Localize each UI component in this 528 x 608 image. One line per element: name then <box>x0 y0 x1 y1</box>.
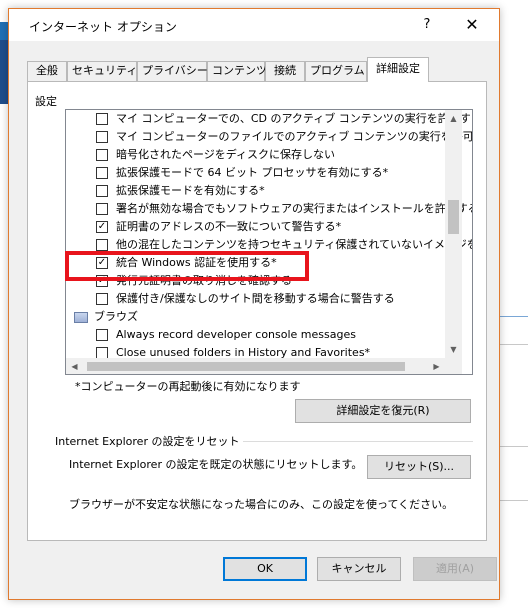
list-item-label: 暗号化されたページをディスクに保存しない <box>116 148 336 161</box>
list-item-label: 証明書のアドレスの不一致について警告する* <box>116 220 342 233</box>
checkbox-checked[interactable]: ✓ <box>96 275 108 287</box>
checkbox[interactable] <box>96 149 108 161</box>
checkbox[interactable] <box>96 329 108 341</box>
checkbox[interactable] <box>96 113 108 125</box>
checkbox-checked[interactable]: ✓ <box>96 221 108 233</box>
checkbox[interactable] <box>96 167 108 179</box>
folder-icon <box>74 312 88 323</box>
scroll-thumb[interactable] <box>87 362 405 371</box>
list-item[interactable]: 保護付き/保護なしのサイト間を移動する場合に警告する <box>66 290 444 308</box>
tab-security[interactable]: セキュリティ <box>67 61 137 81</box>
list-item-label: 発行元証明書の取り消しを確認する <box>116 274 292 287</box>
apply-button[interactable]: 適用(A) <box>413 557 497 581</box>
list-item[interactable]: 拡張保護モードを有効にする* <box>66 182 444 200</box>
tab-general[interactable]: 全般 <box>27 61 67 81</box>
list-item-label: 統合 Windows 認証を使用する* <box>116 256 277 269</box>
tab-programs[interactable]: プログラム <box>305 61 367 81</box>
list-item[interactable]: マイ コンピューターのファイルでのアクティブ コンテンツの実行を許可する* <box>66 128 472 146</box>
reset-warning-note: ブラウザーが不安定な状態になった場合にのみ、この設定を使ってください。 <box>69 498 454 511</box>
scroll-thumb[interactable] <box>448 200 459 234</box>
list-item[interactable]: ✓ 証明書のアドレスの不一致について警告する* <box>66 218 444 236</box>
restart-note: *コンピューターの再起動後に有効になります <box>75 380 301 393</box>
background-divider <box>500 344 528 345</box>
list-item[interactable]: Always record developer console messages <box>66 326 444 344</box>
list-item-label: 他の混在したコンテンツを持つセキュリティ保護されていないイメージをブ <box>116 238 473 251</box>
cancel-button[interactable]: キャンセル <box>317 557 401 581</box>
restore-advanced-settings-button[interactable]: 詳細設定を復元(R) <box>295 399 471 423</box>
background-sidebar-strip <box>0 40 8 104</box>
scroll-left-icon[interactable]: ◀ <box>66 358 83 374</box>
vertical-scrollbar[interactable]: ▲ ▼ <box>445 110 462 358</box>
group-divider <box>215 441 473 442</box>
horizontal-scrollbar[interactable]: ◀ ▶ <box>66 358 445 374</box>
list-item-label: マイ コンピューターのファイルでのアクティブ コンテンツの実行を許可する* <box>116 130 473 143</box>
list-item[interactable]: 暗号化されたページをディスクに保存しない <box>66 146 444 164</box>
internet-options-dialog: インターネット オプション ? ✕ 全般 セキュリティ プライバシー コンテンツ… <box>8 8 500 600</box>
reset-button[interactable]: リセット(S)... <box>367 455 471 479</box>
ok-button[interactable]: OK <box>223 557 307 581</box>
list-item-label: 保護付き/保護なしのサイト間を移動する場合に警告する <box>116 292 395 305</box>
background-divider <box>500 500 528 501</box>
checkbox[interactable] <box>96 203 108 215</box>
checkbox-checked[interactable]: ✓ <box>96 257 108 269</box>
scroll-up-icon[interactable]: ▲ <box>445 110 462 127</box>
reset-group-label: Internet Explorer の設定をリセット <box>55 433 244 449</box>
title-bar[interactable]: インターネット オプション ? ✕ <box>9 9 499 41</box>
tab-content[interactable]: コンテンツ <box>207 61 267 81</box>
list-item-integrated-windows-auth[interactable]: ✓ 統合 Windows 認証を使用する* <box>66 254 444 272</box>
list-item-label: 署名が無効な場合でもソフトウェアの実行またはインストールを許可する <box>116 202 473 215</box>
checkbox[interactable] <box>96 185 108 197</box>
list-item[interactable]: 拡張保護モードで 64 ビット プロセッサを有効にする* <box>66 164 444 182</box>
checkbox[interactable] <box>96 131 108 143</box>
help-button[interactable]: ? <box>413 14 441 36</box>
list-item[interactable]: ✓ 発行元証明書の取り消しを確認する <box>66 272 444 290</box>
checkbox[interactable] <box>96 293 108 305</box>
reset-description: Internet Explorer の設定を既定の状態にリセットします。 <box>69 458 363 471</box>
checkbox[interactable] <box>96 239 108 251</box>
tab-advanced[interactable]: 詳細設定 <box>367 57 429 82</box>
category-label: ブラウズ <box>94 310 138 323</box>
list-item[interactable]: 署名が無効な場合でもソフトウェアの実行またはインストールを許可する <box>66 200 472 218</box>
scroll-corner <box>445 358 462 374</box>
list-item-label: 拡張保護モードで 64 ビット プロセッサを有効にする* <box>116 166 389 179</box>
list-item-label: 拡張保護モードを有効にする* <box>116 184 265 197</box>
tab-connections[interactable]: 接続 <box>265 61 305 81</box>
list-category[interactable]: ブラウズ <box>66 308 444 326</box>
background-divider <box>500 316 528 317</box>
list-item-label: Always record developer console messages <box>116 328 356 341</box>
settings-group-label: 設定 <box>35 95 57 108</box>
list-item-label: マイ コンピューターでの、CD のアクティブ コンテンツの実行を許可する* <box>116 112 473 125</box>
close-button[interactable]: ✕ <box>455 12 489 38</box>
list-item[interactable]: マイ コンピューターでの、CD のアクティブ コンテンツの実行を許可する* <box>66 110 472 128</box>
background-divider <box>500 446 528 447</box>
list-item[interactable]: 他の混在したコンテンツを持つセキュリティ保護されていないイメージをブ <box>66 236 472 254</box>
scroll-right-icon[interactable]: ▶ <box>428 358 445 374</box>
dialog-title: インターネット オプション <box>29 20 177 34</box>
scroll-down-icon[interactable]: ▼ <box>445 341 462 358</box>
advanced-settings-list[interactable]: マイ コンピューターでの、CD のアクティブ コンテンツの実行を許可する* マイ… <box>65 109 473 375</box>
tab-privacy[interactable]: プライバシー <box>137 61 208 81</box>
